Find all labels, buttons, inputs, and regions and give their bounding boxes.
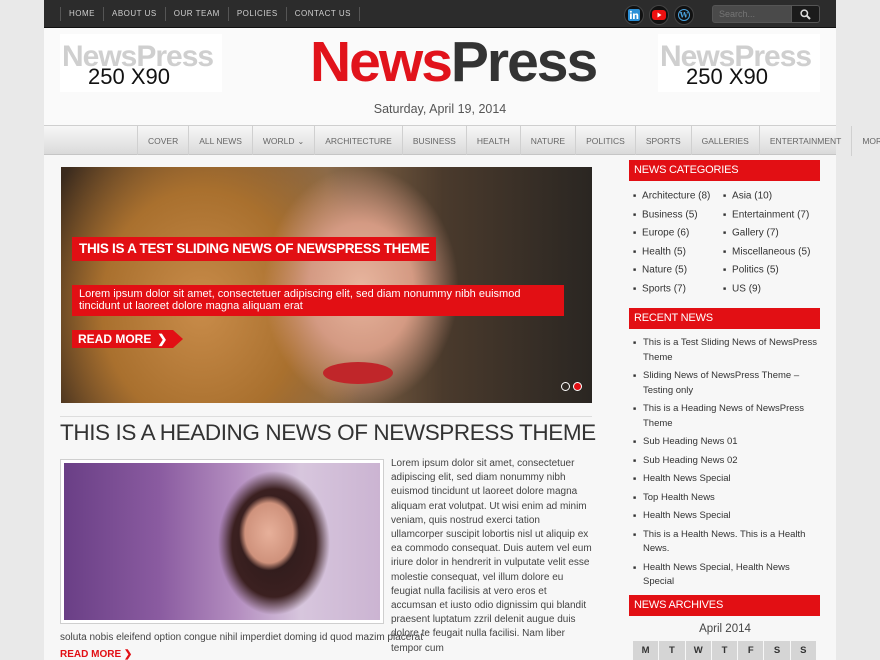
- nav-galleries[interactable]: GALLERIES: [690, 126, 759, 156]
- widget-title-recent-news: RECENT NEWS: [629, 308, 820, 329]
- top-bar: HOME ABOUT US OUR TEAM POLICIES CONTACT …: [44, 0, 836, 28]
- social-links: W: [624, 5, 694, 25]
- header-date: Saturday, April 19, 2014: [373, 102, 507, 116]
- search-button[interactable]: [792, 5, 820, 23]
- nav-politics[interactable]: POLITICS: [575, 126, 635, 156]
- nav-cover[interactable]: COVER: [137, 126, 188, 156]
- site-header: NewsPress 250 X90 NewsPress NewsPress 25…: [44, 28, 836, 125]
- slider-read-more-label: READ MORE: [78, 332, 152, 346]
- main-navigation: COVER ALL NEWS WORLD ⌄ ARCHITECTURE BUSIN…: [44, 125, 880, 156]
- category-link[interactable]: Business (5): [633, 208, 723, 227]
- ad-size-label: 250 X90: [686, 64, 768, 89]
- post-excerpt: Lorem ipsum dolor sit amet, consectetuer…: [391, 458, 592, 654]
- recent-news-link[interactable]: Sliding News of NewsPress Theme – Testin…: [633, 369, 823, 398]
- recent-news-link[interactable]: Health News Special: [633, 472, 823, 487]
- calendar-weekday: F: [738, 641, 765, 660]
- calendar-month: April 2014: [699, 623, 751, 635]
- category-link[interactable]: Gallery (7): [723, 226, 823, 245]
- calendar-weekday: T: [711, 641, 739, 660]
- calendar-weekday: T: [659, 641, 686, 660]
- category-link[interactable]: Sports (7): [633, 282, 723, 301]
- post-excerpt-continued: soluta nobis eleifend option congue nihi…: [60, 632, 423, 643]
- ad-banner-right[interactable]: NewsPress 250 X90: [658, 34, 820, 92]
- post-title[interactable]: THIS IS A HEADING NEWS OF NEWSPRESS THEM…: [60, 420, 596, 446]
- widget-title-archives: NEWS ARCHIVES: [629, 595, 820, 616]
- topnav-policies[interactable]: POLICIES: [227, 7, 286, 21]
- widget-title-categories: NEWS CATEGORIES: [629, 160, 820, 181]
- svg-text:W: W: [679, 11, 689, 20]
- calendar-weekday: S: [790, 641, 817, 660]
- recent-news-link[interactable]: This is a Health News. This is a Health …: [633, 528, 823, 557]
- post-read-more-link[interactable]: READ MORE ❯: [60, 649, 132, 660]
- category-link[interactable]: US (9): [723, 282, 823, 301]
- top-navigation: HOME ABOUT US OUR TEAM POLICIES CONTACT …: [60, 0, 360, 28]
- nav-more[interactable]: MORE . . .: [851, 126, 880, 156]
- divider: [60, 416, 592, 417]
- nav-sports[interactable]: SPORTS: [634, 126, 691, 156]
- ad-banner-left[interactable]: NewsPress 250 X90: [60, 34, 222, 92]
- logo-press: Press: [450, 30, 598, 94]
- category-link[interactable]: Asia (10): [723, 189, 823, 208]
- category-link[interactable]: Europe (6): [633, 226, 723, 245]
- linkedin-icon[interactable]: [624, 5, 644, 25]
- search-icon: [800, 8, 811, 20]
- recent-news-link[interactable]: Sub Heading News 02: [633, 454, 823, 469]
- topnav-home[interactable]: HOME: [60, 7, 103, 21]
- slider-pagination: [561, 382, 582, 391]
- slider-excerpt: Lorem ipsum dolor sit amet, consectetuer…: [72, 285, 564, 316]
- calendar-weekday: W: [685, 641, 712, 660]
- nav-architecture[interactable]: ARCHITECTURE: [314, 126, 402, 156]
- slider-dot-1[interactable]: [561, 382, 570, 391]
- calendar-weekday-header: M T W T F S S: [633, 641, 817, 660]
- nav-all-news[interactable]: ALL NEWS: [188, 126, 252, 156]
- site-logo[interactable]: NewsPress: [310, 29, 598, 95]
- ad-size-label: 250 X90: [88, 64, 170, 89]
- logo-news: News: [310, 30, 453, 94]
- chevron-right-icon: ❯: [157, 332, 168, 346]
- nav-nature[interactable]: NATURE: [519, 126, 575, 156]
- search-input[interactable]: [712, 5, 792, 23]
- slider-dot-2[interactable]: [573, 382, 582, 391]
- nav-world-label: WORLD: [262, 136, 295, 146]
- recent-news-link[interactable]: Health News Special: [633, 509, 823, 524]
- category-link[interactable]: Entertainment (7): [723, 208, 823, 227]
- wordpress-icon[interactable]: W: [674, 5, 694, 25]
- category-link[interactable]: Politics (5): [723, 263, 823, 282]
- recent-news-list: This is a Test Sliding News of NewsPress…: [633, 336, 823, 594]
- slider-read-more-button[interactable]: READ MORE ❯: [72, 330, 184, 348]
- topnav-contact-us[interactable]: CONTACT US: [285, 7, 360, 21]
- youtube-icon[interactable]: [649, 5, 669, 25]
- chevron-down-icon: ⌄: [297, 137, 305, 146]
- post-thumbnail[interactable]: [60, 459, 384, 624]
- recent-news-link[interactable]: Health News Special, Health News Special: [633, 561, 823, 590]
- post-photo: [64, 463, 380, 620]
- categories-list: Architecture (8) Asia (10) Business (5) …: [633, 189, 823, 301]
- calendar-weekday: M: [633, 641, 660, 660]
- slider-title[interactable]: THIS IS A TEST SLIDING NEWS OF NEWSPRESS…: [72, 237, 437, 261]
- nav-business[interactable]: BUSINESS: [401, 126, 466, 156]
- calendar-weekday: S: [764, 641, 791, 660]
- topnav-about-us[interactable]: ABOUT US: [103, 7, 165, 21]
- search-box: [712, 5, 822, 23]
- slider-photo-detail: [323, 362, 393, 384]
- category-link[interactable]: Architecture (8): [633, 189, 723, 208]
- category-link[interactable]: Health (5): [633, 245, 723, 264]
- recent-news-link[interactable]: This is a Test Sliding News of NewsPress…: [633, 336, 823, 365]
- topnav-our-team[interactable]: OUR TEAM: [164, 7, 228, 21]
- category-link[interactable]: Miscellaneous (5): [723, 245, 823, 264]
- nav-entertainment[interactable]: ENTERTAINMENT: [758, 126, 851, 156]
- nav-health[interactable]: HEALTH: [465, 126, 520, 156]
- recent-news-link[interactable]: This is a Heading News of NewsPress Them…: [633, 402, 823, 431]
- recent-news-link[interactable]: Top Health News: [633, 491, 823, 506]
- category-link[interactable]: Nature (5): [633, 263, 723, 282]
- recent-news-link[interactable]: Sub Heading News 01: [633, 435, 823, 450]
- nav-world[interactable]: WORLD ⌄: [251, 126, 314, 156]
